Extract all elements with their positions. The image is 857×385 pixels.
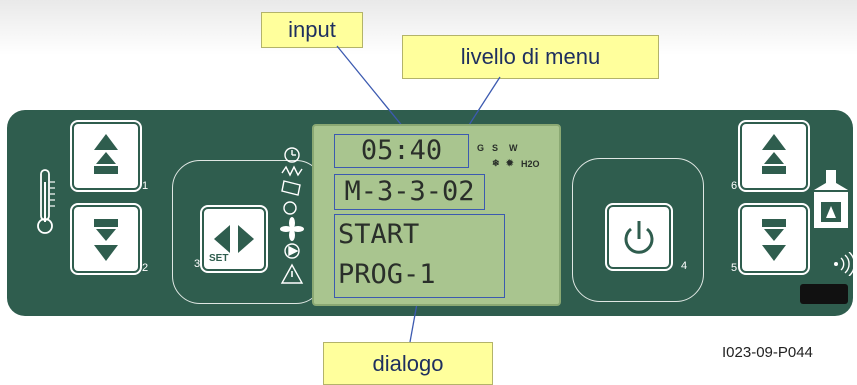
ir-receiver-window	[800, 284, 848, 304]
power-icon	[624, 221, 654, 254]
fireplace-icon	[814, 170, 848, 228]
double-up-arrow-icon	[94, 134, 118, 174]
button-3-set[interactable]: SET	[200, 205, 268, 273]
dialog-line-1: START	[338, 219, 420, 250]
set-label: SET	[209, 253, 229, 264]
button-number-1: 1	[142, 180, 149, 192]
double-down-arrow-icon	[762, 219, 786, 261]
pump-icon	[284, 243, 300, 259]
dialog-line-2: PROG-1	[338, 259, 436, 290]
button-5-down[interactable]	[738, 203, 810, 275]
button-number-6: 6	[731, 180, 738, 192]
igniter-icon	[283, 201, 297, 215]
sun-icon: ✹	[506, 158, 514, 168]
power-button[interactable]	[605, 203, 673, 271]
fan-icon	[280, 217, 304, 241]
double-down-arrow-icon	[94, 219, 118, 261]
signal-waves-icon	[834, 252, 855, 276]
menu-level-field: M-3-3-02	[334, 174, 485, 210]
dialog-area: START PROG-1	[334, 214, 505, 298]
label-input: input	[261, 12, 363, 48]
button-6-up[interactable]	[738, 120, 810, 192]
status-s-indicator: S	[492, 143, 499, 153]
status-icons-column	[280, 147, 304, 284]
button-number-4: 4	[681, 260, 688, 272]
snowflake-icon: ❄	[492, 158, 500, 168]
label-dialogo: dialogo	[323, 342, 493, 385]
warning-icon	[280, 263, 304, 284]
button-number-2: 2	[142, 262, 149, 274]
figure-code: I023-09-P044	[722, 344, 813, 361]
status-w-indicator: W	[509, 143, 518, 153]
button-2-down[interactable]	[70, 203, 142, 275]
lcd-display: 05:40 G S W ❄ ✹ H2O M-3-3-02 START PROG-…	[312, 124, 561, 306]
button-number-3: 3	[194, 258, 201, 270]
input-time-field: 05:40	[334, 134, 469, 168]
label-livello-di-menu: livello di menu	[402, 35, 659, 79]
status-h2o-indicator: H2O	[521, 159, 540, 169]
pellet-icon	[281, 180, 301, 196]
heat-wave-icon	[281, 165, 303, 177]
status-g-indicator: G	[477, 143, 485, 153]
thermometer-icon	[37, 169, 55, 234]
double-up-arrow-icon	[762, 134, 786, 174]
button-number-5: 5	[731, 262, 738, 274]
clock-icon	[284, 147, 300, 163]
button-1-up[interactable]	[70, 120, 142, 192]
